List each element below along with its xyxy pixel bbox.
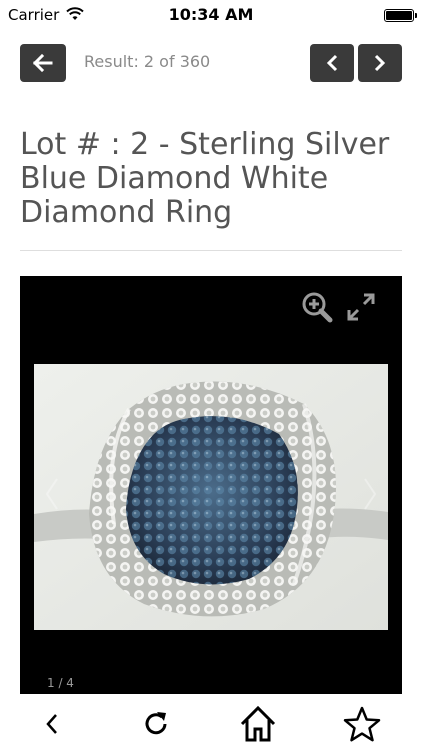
status-time: 10:34 AM [168, 5, 254, 24]
lot-title: Lot # : 2 - Sterling Silver Blue Diamond… [20, 127, 390, 230]
star-icon[interactable] [342, 704, 382, 744]
previous-lot-button[interactable] [310, 44, 354, 82]
image-gallery[interactable]: 1 / 4 [20, 276, 402, 694]
gallery-next-arrow[interactable] [362, 476, 378, 516]
zoom-in-icon[interactable] [300, 290, 334, 328]
chevron-right-icon [374, 54, 386, 72]
chevron-left-icon [326, 54, 338, 72]
ring-photo [34, 364, 388, 630]
back-icon[interactable] [32, 704, 72, 744]
arrow-left-icon [33, 54, 53, 72]
back-button[interactable] [20, 44, 66, 82]
result-counter: Result: 2 of 360 [84, 52, 211, 71]
gallery-prev-arrow[interactable] [44, 476, 60, 516]
next-lot-button[interactable] [358, 44, 402, 82]
title-divider [20, 250, 402, 251]
battery-tip [415, 13, 417, 18]
image-counter: 1 / 4 [47, 676, 74, 690]
status-bar: Carrier 10:34 AM [0, 0, 422, 30]
expand-icon[interactable] [344, 290, 378, 328]
battery-icon [384, 9, 414, 22]
bottom-toolbar [0, 694, 422, 750]
home-icon[interactable] [238, 704, 278, 744]
refresh-icon[interactable] [136, 704, 176, 744]
